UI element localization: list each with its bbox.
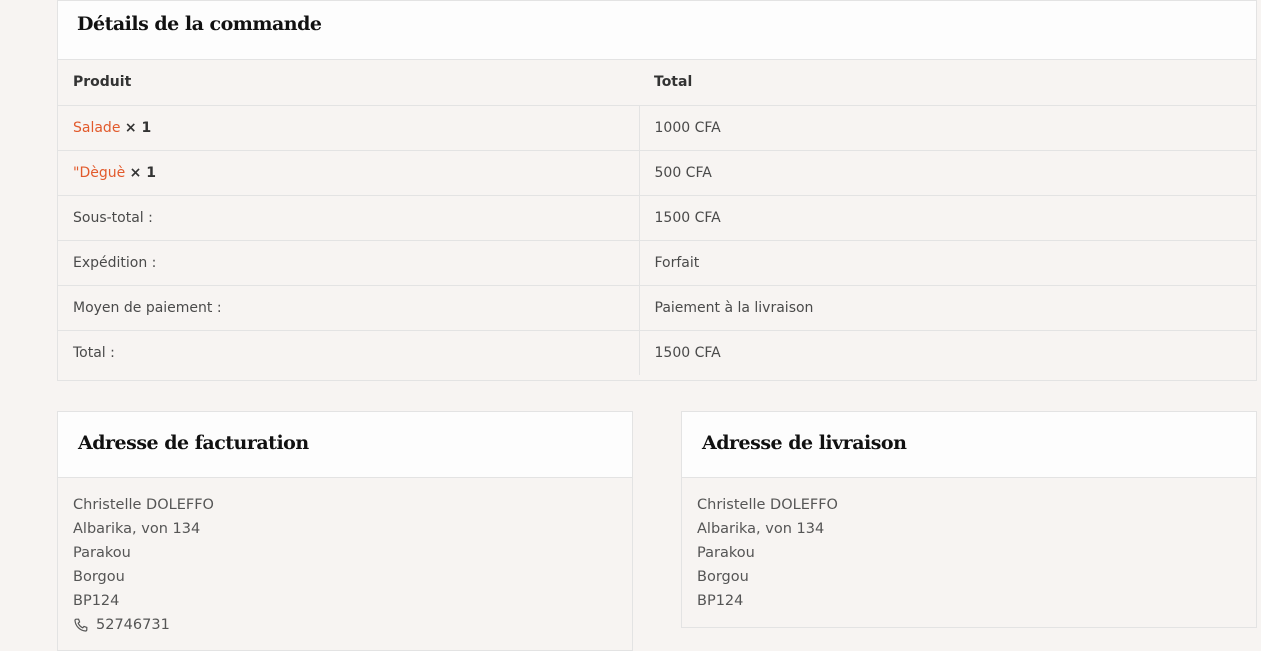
address-phone-row: 52746731 [73, 613, 632, 637]
summary-label: Sous-total : [58, 195, 640, 241]
address-postcode: BP124 [697, 593, 744, 609]
column-header-product: Produit [58, 60, 639, 106]
summary-value: 1500 CFA [654, 344, 721, 361]
product-quantity: × 1 [124, 119, 152, 136]
address-name: Christelle DOLEFFO [697, 497, 838, 513]
table-header-row: Produit Total [58, 60, 1256, 106]
shipping-address-panel: Adresse de livraison Christelle DOLEFFO … [681, 411, 1257, 628]
table-row: Salade × 1 1000 CFA [58, 105, 1256, 151]
product-cell: Salade × 1 [58, 105, 640, 151]
column-header-total: Total [639, 60, 1256, 106]
table-row: "Dèguè × 1 500 CFA [58, 150, 1256, 196]
line-total: 500 CFA [639, 150, 1256, 196]
product-quantity: × 1 [129, 164, 157, 181]
summary-label: Total : [58, 330, 640, 375]
summary-value: Paiement à la livraison [639, 285, 1256, 331]
summary-label: Expédition : [58, 240, 640, 286]
shipping-address: Christelle DOLEFFO Albarika, von 134 Par… [682, 478, 1256, 613]
summary-value: Forfait [639, 240, 1256, 286]
billing-address: Christelle DOLEFFO Albarika, von 134 Par… [58, 478, 632, 637]
address-region: Borgou [697, 569, 749, 585]
summary-value: 1500 CFA [639, 195, 1256, 241]
product-cell: "Dèguè × 1 [58, 150, 640, 196]
table-row: Expédition : Forfait [58, 240, 1256, 286]
table-row: Moyen de paiement : Paiement à la livrai… [58, 285, 1256, 331]
shipping-address-title: Adresse de livraison [682, 412, 1256, 478]
address-name: Christelle DOLEFFO [73, 497, 214, 513]
order-details-table: Produit Total Salade × 1 1000 CFA "Dègue… [58, 60, 1256, 375]
table-row: Total : 1500 CFA [58, 330, 1256, 375]
product-link[interactable]: Salade [73, 120, 120, 136]
table-row: Sous-total : 1500 CFA [58, 195, 1256, 241]
order-details-title: Détails de la commande [58, 1, 1256, 60]
address-street: Albarika, von 134 [73, 521, 201, 537]
order-details-panel: Détails de la commande Produit Total Sal… [57, 0, 1257, 381]
address-city: Parakou [73, 545, 131, 561]
billing-address-panel: Adresse de facturation Christelle DOLEFF… [57, 411, 633, 651]
address-postcode: BP124 [73, 593, 120, 609]
address-city: Parakou [697, 545, 755, 561]
address-phone[interactable]: 52746731 [96, 613, 170, 637]
line-total: 1000 CFA [639, 105, 1256, 151]
address-street: Albarika, von 134 [697, 521, 825, 537]
summary-label: Moyen de paiement : [58, 285, 640, 331]
address-region: Borgou [73, 569, 125, 585]
phone-icon [73, 617, 89, 633]
billing-address-title: Adresse de facturation [58, 412, 632, 478]
product-link[interactable]: "Dèguè [73, 165, 125, 181]
